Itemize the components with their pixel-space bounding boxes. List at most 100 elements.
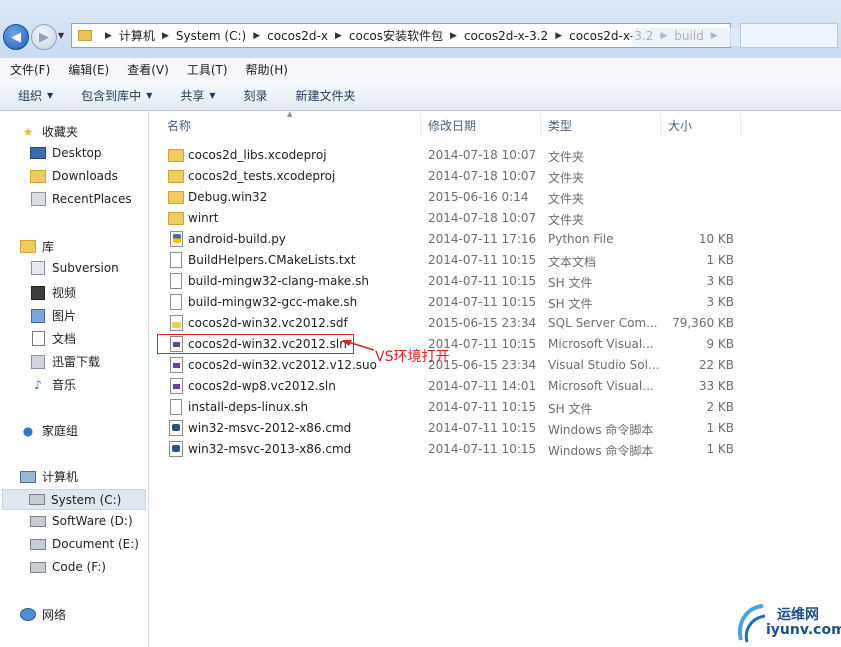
- file-row[interactable]: Debug.win32 2015-06-16 0:14 文件夹: [160, 187, 740, 207]
- vs-file-icon: [170, 378, 183, 394]
- file-name: winrt: [188, 211, 219, 225]
- file-size: 33 KB: [698, 379, 734, 393]
- forward-button[interactable]: ▶: [31, 24, 57, 50]
- breadcrumb-separator-icon[interactable]: ▶: [162, 31, 169, 41]
- nav-drive-c-label: System (C:): [51, 492, 122, 507]
- file-size: 1 KB: [706, 421, 734, 435]
- file-row[interactable]: cocos2d-win32.vc2012.v12.suo 2015-06-15 2…: [160, 355, 740, 375]
- file-row[interactable]: win32-msvc-2012-x86.cmd 2014-07-11 10:15 W…: [160, 418, 740, 438]
- downloads-folder-icon: [30, 169, 46, 183]
- nav-drive-e-label: Document (E:): [52, 537, 139, 551]
- history-dropdown-icon[interactable]: ▼: [58, 31, 64, 40]
- nav-drive-f-label: Code (F:): [52, 560, 106, 574]
- menu-edit[interactable]: 编辑(E): [58, 61, 117, 78]
- breadcrumb-separator-icon[interactable]: ▶: [105, 31, 112, 41]
- nav-homegroup[interactable]: ● 家庭组: [20, 422, 78, 439]
- nav-pictures-label: 图片: [52, 309, 77, 323]
- nav-downloads[interactable]: Downloads: [30, 169, 118, 183]
- menu-file[interactable]: 文件(F): [0, 61, 58, 78]
- menu-help[interactable]: 帮助(H): [236, 61, 296, 78]
- file-row[interactable]: install-deps-linux.sh 2014-07-11 10:15 SH …: [160, 397, 740, 417]
- nav-drive-e[interactable]: Document (E:): [30, 537, 139, 551]
- nav-desktop-label: Desktop: [52, 146, 102, 160]
- nav-subversion[interactable]: Subversion: [30, 261, 119, 275]
- file-name: BuildHelpers.CMakeLists.txt: [188, 253, 356, 267]
- file-name: Debug.win32: [188, 190, 268, 204]
- file-row[interactable]: build-mingw32-gcc-make.sh 2014-07-11 10:1…: [160, 292, 740, 312]
- file-name: cocos2d_tests.xcodeproj: [188, 169, 336, 183]
- watermark: 运维网 iyunv.com: [733, 600, 841, 647]
- nav-libraries[interactable]: 库: [20, 238, 54, 255]
- nav-homegroup-label: 家庭组: [42, 424, 79, 438]
- back-button[interactable]: ◀: [3, 24, 29, 50]
- burn-button[interactable]: 刻录: [226, 87, 278, 104]
- file-row[interactable]: BuildHelpers.CMakeLists.txt 2014-07-11 10…: [160, 250, 740, 270]
- new-folder-button[interactable]: 新建文件夹: [278, 87, 366, 104]
- breadcrumb-separator-icon[interactable]: ▶: [253, 31, 260, 41]
- include-in-library-button[interactable]: 包含到库中 ▼: [63, 87, 162, 104]
- file-row[interactable]: cocos2d_tests.xcodeproj 2014-07-18 10:07 文…: [160, 166, 740, 186]
- file-date: 2015-06-15 23:34: [428, 316, 537, 330]
- arrow-right-icon: ▶: [39, 29, 49, 45]
- column-header-type[interactable]: 类型: [541, 114, 661, 136]
- nav-computer[interactable]: 计算机: [20, 468, 78, 485]
- nav-music[interactable]: ♪ 音乐: [30, 376, 76, 393]
- nav-documents[interactable]: 文档: [30, 330, 76, 347]
- menu-view[interactable]: 查看(V): [117, 61, 177, 78]
- breadcrumb-item[interactable]: 计算机: [119, 27, 155, 44]
- search-input[interactable]: [740, 23, 838, 48]
- column-header-size[interactable]: 大小: [661, 114, 741, 136]
- nav-pictures[interactable]: 图片: [30, 307, 76, 324]
- breadcrumb-item[interactable]: System (C:): [176, 29, 246, 43]
- nav-video-label: 视频: [52, 286, 77, 300]
- menu-tools[interactable]: 工具(T): [177, 61, 236, 78]
- nav-video[interactable]: 视频: [30, 284, 76, 301]
- watermark-title: 运维网: [777, 607, 819, 623]
- nav-favorites[interactable]: ★ 收藏夹: [20, 123, 78, 140]
- share-button[interactable]: 共享 ▼: [162, 87, 225, 104]
- file-row[interactable]: winrt 2014-07-18 10:07 文件夹: [160, 208, 740, 228]
- star-icon: ★: [22, 124, 34, 139]
- address-bar-area: ◀ ▶ ▼ ▶ 计算机 ▶ System (C:) ▶ cocos2d-x ▶ cocos安装…: [0, 0, 841, 58]
- file-date: 2014-07-18 10:07: [428, 169, 537, 183]
- file-name: build-mingw32-clang-make.sh: [188, 274, 369, 288]
- nav-drive-c[interactable]: System (C:): [2, 489, 146, 510]
- file-row[interactable]: cocos2d-wp8.vc2012.sln 2014-07-11 14:01 Mi…: [160, 376, 740, 396]
- file-type: SH 文件: [548, 276, 593, 290]
- nav-recent-places[interactable]: RecentPlaces: [30, 192, 132, 206]
- organize-label: 组织: [18, 88, 43, 103]
- file-date: 2014-07-11 10:15: [428, 274, 537, 288]
- breadcrumb-separator-icon[interactable]: ▶: [335, 31, 342, 41]
- homegroup-icon: ●: [22, 423, 34, 438]
- address-bar[interactable]: ▶ 计算机 ▶ System (C:) ▶ cocos2d-x ▶ cocos安装软件包 ▶ co…: [71, 23, 782, 48]
- nav-desktop[interactable]: Desktop: [30, 146, 102, 160]
- thunder-download-icon: [30, 354, 46, 369]
- column-header-name[interactable]: 名称: [160, 114, 421, 136]
- file-type: 文件夹: [548, 213, 585, 227]
- video-icon: [30, 285, 46, 300]
- file-row[interactable]: cocos2d_libs.xcodeproj 2014-07-18 10:07 文件…: [160, 145, 740, 165]
- file-row[interactable]: cocos2d-win32.vc2012.sdf 2015-06-15 23:34…: [160, 313, 740, 333]
- breadcrumb-item[interactable]: cocos安装软件包: [349, 27, 443, 44]
- file-row[interactable]: build-mingw32-clang-make.sh 2014-07-11 10…: [160, 271, 740, 291]
- breadcrumb-item[interactable]: cocos2d-x-3.2: [464, 29, 548, 43]
- nav-thunder-downloads[interactable]: 迅雷下载: [30, 353, 100, 370]
- nav-favorites-label: 收藏夹: [42, 125, 79, 139]
- file-row[interactable]: win32-msvc-2013-x86.cmd 2014-07-11 10:15 W…: [160, 439, 740, 459]
- file-size: 2 KB: [706, 400, 734, 414]
- file-row[interactable]: android-build.py 2014-07-11 17:16 Python F…: [160, 229, 740, 249]
- folder-file-icon: [168, 212, 184, 225]
- column-header-date[interactable]: 修改日期: [421, 114, 541, 136]
- breadcrumb-separator-icon[interactable]: ▶: [450, 31, 457, 41]
- breadcrumb-item[interactable]: cocos2d-x: [267, 29, 328, 43]
- file-date: 2014-07-11 10:15: [428, 421, 537, 435]
- nav-drive-f[interactable]: Code (F:): [30, 560, 106, 574]
- nav-network[interactable]: 网络: [20, 606, 66, 623]
- organize-button[interactable]: 组织 ▼: [0, 87, 63, 104]
- file-size: 9 KB: [706, 337, 734, 351]
- nav-drive-d[interactable]: SoftWare (D:): [30, 514, 133, 528]
- file-size: 3 KB: [706, 274, 734, 288]
- file-size: 10 KB: [698, 232, 734, 246]
- breadcrumb-separator-icon[interactable]: ▶: [555, 31, 562, 41]
- folder-file-icon: [168, 170, 184, 183]
